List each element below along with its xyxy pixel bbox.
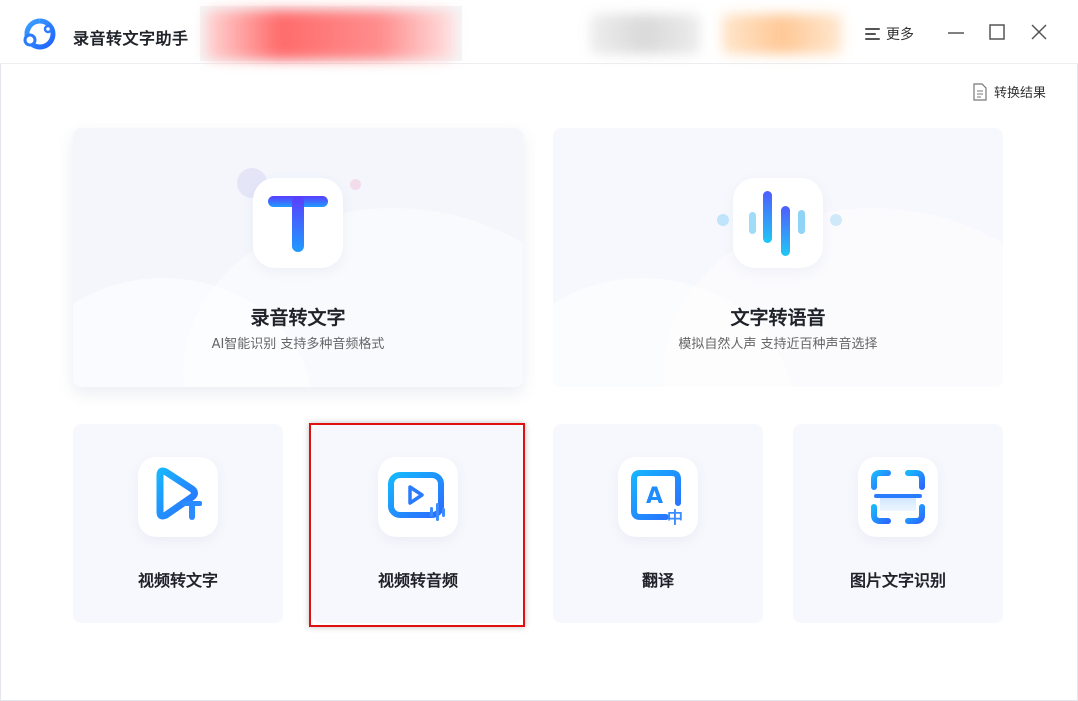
blurred-account[interactable] xyxy=(590,14,700,54)
more-menu-button[interactable]: 更多 xyxy=(865,24,914,44)
bubble-decoration xyxy=(350,179,361,190)
card-subtitle: 模拟自然人声 支持近百种声音选择 xyxy=(678,337,878,352)
more-label: 更多 xyxy=(886,27,914,43)
maximize-icon[interactable] xyxy=(985,20,1009,44)
app-title: 录音转文字助手 xyxy=(73,29,189,48)
text-T-icon xyxy=(268,196,328,252)
audio-to-text-tile xyxy=(253,178,343,268)
document-icon xyxy=(973,82,987,101)
minimize-icon[interactable] xyxy=(944,20,968,44)
text-to-speech-tile xyxy=(733,178,823,268)
video-to-text-icon xyxy=(156,467,202,520)
card-subtitle: AI智能识别 支持多种音频格式 xyxy=(211,337,385,352)
card-title: 翻译 xyxy=(641,571,674,590)
card-title: 视频转音频 xyxy=(377,571,458,590)
video-to-audio-tile xyxy=(378,457,458,537)
bubble-decoration xyxy=(830,214,842,226)
close-icon[interactable] xyxy=(1027,20,1051,44)
card-wave-decoration xyxy=(663,208,1003,387)
bubble-decoration xyxy=(717,214,729,226)
video-to-audio-icon xyxy=(388,472,445,521)
blurred-vip[interactable] xyxy=(722,14,842,54)
conversion-results-button[interactable]: 转换结果 xyxy=(972,82,1046,101)
card-video-to-text[interactable]: 视频转文字 xyxy=(73,424,283,623)
blurred-promo[interactable] xyxy=(205,10,455,60)
card-wave-decoration xyxy=(183,208,523,387)
card-title: 录音转文字 xyxy=(250,307,346,329)
image-ocr-tile xyxy=(858,457,938,537)
card-video-to-audio[interactable]: 视频转音频 xyxy=(313,424,523,623)
conversion-results-label: 转换结果 xyxy=(994,86,1047,101)
sound-wave-icon xyxy=(749,191,805,256)
card-title: 图片文字识别 xyxy=(849,571,946,590)
app-logo-icon xyxy=(23,18,56,50)
card-image-ocr[interactable]: 图片文字识别 xyxy=(793,424,1003,623)
image-ocr-icon xyxy=(871,470,925,524)
svg-text:中: 中 xyxy=(667,508,683,527)
menu-icon xyxy=(865,27,880,41)
translate-icon: A 中 xyxy=(631,470,683,527)
card-translate[interactable]: A 中 翻译 xyxy=(553,424,763,623)
svg-text:A: A xyxy=(646,484,663,509)
card-title: 文字转语音 xyxy=(730,307,826,329)
card-audio-to-text[interactable]: 录音转文字 AI智能识别 支持多种音频格式 xyxy=(73,128,523,387)
translate-tile: A 中 xyxy=(618,457,698,537)
title-bar: 录音转文字助手 更多 xyxy=(0,0,1078,64)
video-to-text-tile xyxy=(138,457,218,537)
card-text-to-speech[interactable]: 文字转语音 模拟自然人声 支持近百种声音选择 xyxy=(553,128,1003,387)
card-title: 视频转文字 xyxy=(137,571,218,590)
